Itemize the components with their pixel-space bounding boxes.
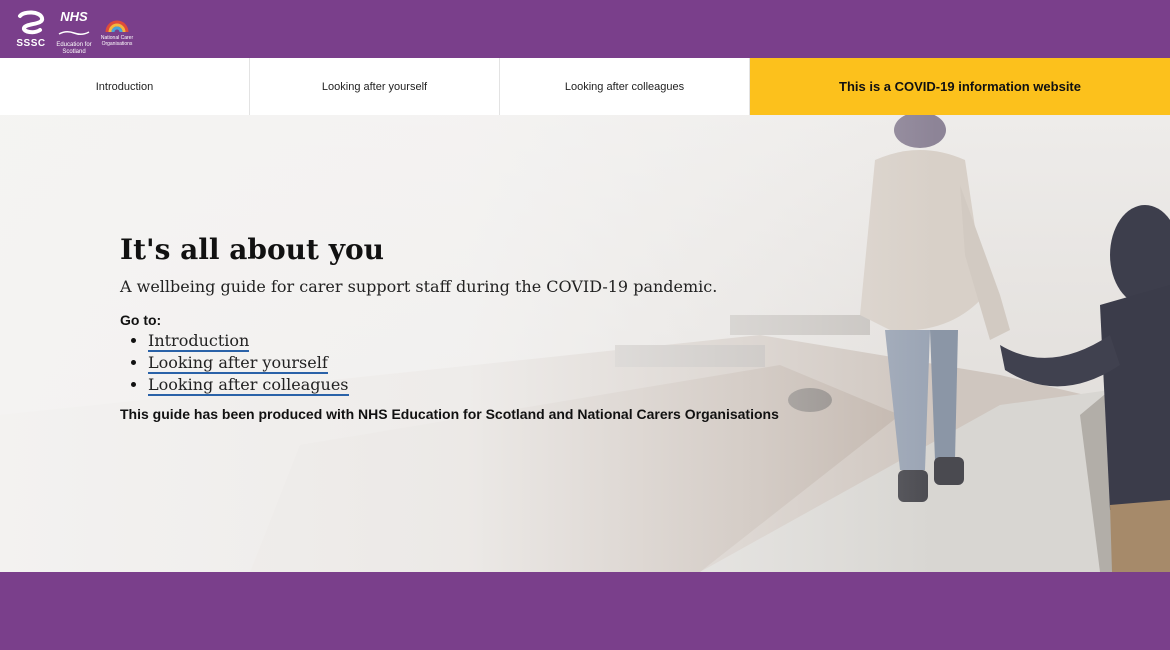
- nhs-logo-subtext: Education for Scotland: [56, 42, 92, 55]
- hero-content: It's all about you A wellbeing guide for…: [120, 232, 840, 422]
- nav-looking-after-yourself[interactable]: Looking after yourself: [250, 58, 500, 115]
- nhs-wave-icon: [58, 30, 90, 36]
- goto-label: Go to:: [120, 312, 162, 328]
- sssc-mark-icon: [18, 10, 45, 35]
- nhs-logo[interactable]: NHS Education for Scotland: [55, 9, 93, 55]
- link-looking-after-yourself[interactable]: Looking after yourself: [148, 353, 328, 374]
- main-nav: Introduction Looking after yourself Look…: [0, 58, 1170, 115]
- page-footer: [0, 572, 1170, 650]
- sssc-logo[interactable]: SSSC: [14, 10, 48, 50]
- nav-introduction[interactable]: Introduction: [0, 58, 250, 115]
- sssc-logo-text: SSSC: [16, 38, 46, 49]
- page-subtitle: A wellbeing guide for carer support staf…: [120, 277, 718, 296]
- nhs-logo-text: NHS: [60, 9, 88, 24]
- production-note: This guide has been produced with NHS Ed…: [120, 406, 779, 422]
- page-title: It's all about you: [120, 233, 385, 266]
- list-item: Looking after colleagues: [148, 374, 840, 396]
- goto-links: Introduction Looking after yourself Look…: [120, 330, 840, 396]
- link-looking-after-colleagues[interactable]: Looking after colleagues: [148, 375, 349, 396]
- hero-section: It's all about you A wellbeing guide for…: [0, 115, 1170, 572]
- covid-info-banner: This is a COVID-19 information website: [750, 58, 1170, 115]
- nco-logo[interactable]: National Carer Organisations: [96, 10, 138, 50]
- list-item: Introduction: [148, 330, 840, 352]
- list-item: Looking after yourself: [148, 352, 840, 374]
- top-header: SSSC NHS Education for Scotland National…: [0, 0, 1170, 58]
- rainbow-arc-icon: [105, 20, 129, 33]
- nav-looking-after-colleagues[interactable]: Looking after colleagues: [500, 58, 750, 115]
- nco-logo-subtext: National Carer Organisations: [100, 35, 134, 47]
- link-introduction[interactable]: Introduction: [148, 331, 250, 352]
